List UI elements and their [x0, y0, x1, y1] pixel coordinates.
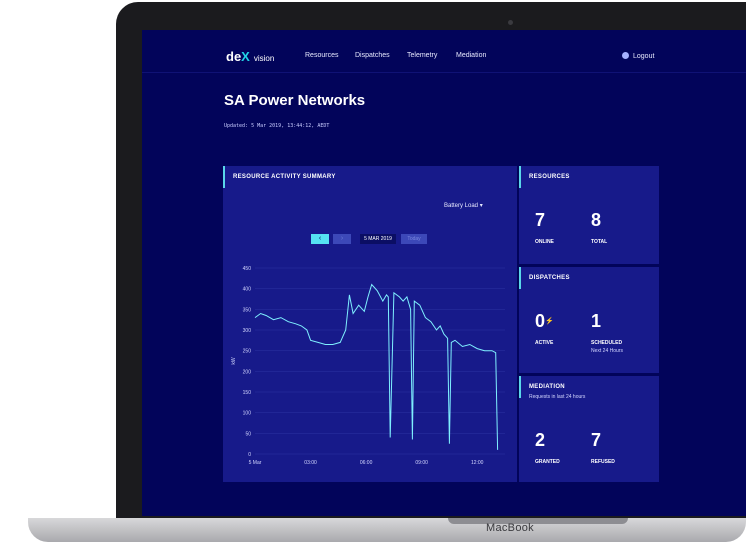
online-label: ONLINE [535, 239, 554, 245]
y-tick-label: 50 [245, 431, 251, 437]
nav-telemetry[interactable]: Telemetry [407, 52, 437, 59]
scheduled-label: SCHEDULED [591, 340, 623, 346]
y-tick-label: 100 [243, 411, 252, 417]
date-picker[interactable]: 5 MAR 2019 [360, 234, 396, 244]
x-tick-label: 5 Mar [249, 460, 262, 466]
metric-dropdown[interactable]: Battery Load ▾ [444, 202, 483, 209]
granted-label: GRANTED [535, 459, 560, 465]
top-navbar: deX vision Resources Dispatches Telemetry… [142, 30, 746, 73]
activity-panel: RESOURCE ACTIVITY SUMMARY Battery Load ▾… [223, 166, 517, 482]
y-axis-label: kW [231, 357, 237, 365]
nav-dispatches[interactable]: Dispatches [355, 52, 390, 59]
dispatches-title: DISPATCHES [529, 275, 570, 281]
mediation-title: MEDIATION [529, 384, 565, 390]
y-tick-label: 250 [243, 349, 252, 355]
active-count: 0⚡ [535, 311, 554, 332]
logout-label: Logout [633, 53, 655, 60]
logo-sub: vision [253, 54, 275, 63]
y-tick-label: 0 [248, 452, 251, 458]
dropdown-value: Battery Load [444, 203, 479, 209]
y-tick-label: 300 [243, 328, 252, 334]
app-logo[interactable]: deX vision [226, 49, 274, 64]
refused-count: 7 [591, 430, 602, 450]
panel-accent [223, 166, 225, 188]
next-date-button[interactable]: › [333, 234, 351, 244]
total-count: 8 [591, 210, 602, 230]
device-brand: MacBook [486, 522, 534, 534]
mediation-panel: MEDIATION Requests in last 24 hours 2 GR… [519, 376, 659, 482]
total-label: TOTAL [591, 239, 608, 245]
scheduled-count: 1 [591, 311, 602, 331]
dispatches-panel: DISPATCHES 0⚡ ACTIVE 1 SCHEDULED Next 24… [519, 267, 659, 373]
x-tick-label: 03:00 [304, 460, 317, 466]
logo-text: de [226, 49, 242, 64]
resources-title: RESOURCES [529, 174, 570, 180]
y-tick-label: 200 [243, 369, 252, 375]
page-title: SA Power Networks [224, 92, 366, 109]
user-icon [622, 52, 629, 59]
refused-label: REFUSED [591, 459, 615, 465]
active-label: ACTIVE [535, 340, 554, 346]
logout-button[interactable]: Logout [622, 52, 654, 60]
y-tick-label: 150 [243, 390, 252, 396]
prev-date-button[interactable]: ‹ [311, 234, 329, 244]
laptop-base [28, 518, 746, 542]
nav-resources[interactable]: Resources [305, 52, 338, 59]
updated-timestamp: Updated: 5 Mar 2019, 13:44:12, AEDT [224, 123, 330, 129]
battery-load-chart: 0 50 100 150 200 250 300 350 400 450 kW 5 Mar 03:00 0… [231, 266, 505, 466]
x-tick-label: 06:00 [360, 460, 373, 466]
x-tick-label: 12:00 [471, 460, 484, 466]
lightning-icon: ⚡ [545, 318, 554, 325]
logo-x: X [241, 49, 250, 64]
granted-count: 2 [535, 430, 546, 450]
today-button[interactable]: Today [401, 234, 427, 244]
mediation-subtitle: Requests in last 24 hours [529, 394, 586, 400]
app-screen: deX vision Resources Dispatches Telemetry… [142, 30, 746, 516]
panel-accent [519, 267, 521, 289]
online-count: 7 [535, 210, 546, 230]
base-notch [448, 518, 628, 524]
x-tick-label: 09:00 [415, 460, 428, 466]
nav-mediation[interactable]: Mediation [456, 52, 486, 59]
camera-icon [508, 20, 513, 25]
active-value: 0 [535, 311, 546, 331]
panel-accent [519, 376, 521, 398]
y-tick-label: 400 [243, 287, 252, 293]
resources-panel: RESOURCES 7 ONLINE 8 TOTAL [519, 166, 659, 264]
scheduled-sub: Next 24 Hours [591, 348, 623, 354]
y-tick-label: 350 [243, 307, 252, 313]
chevron-down-icon: ▾ [479, 203, 483, 209]
panel-accent [519, 166, 521, 188]
y-tick-label: 450 [243, 266, 252, 272]
activity-title: RESOURCE ACTIVITY SUMMARY [233, 174, 336, 180]
